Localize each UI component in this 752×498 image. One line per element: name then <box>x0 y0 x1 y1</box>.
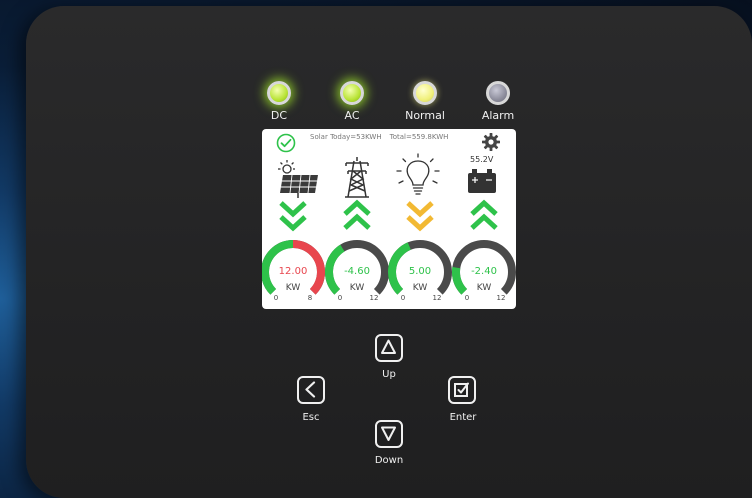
gauge-min: 0 <box>338 294 342 302</box>
gauge-max: 12 <box>497 294 506 302</box>
led-ac-label: AC <box>344 109 360 122</box>
power-tower-icon <box>345 157 369 198</box>
total-energy-text: Total=559.8KWH <box>389 133 449 141</box>
gauge-unit: KW <box>477 283 492 293</box>
up-button-label: Up <box>382 369 396 380</box>
led-normal: Normal <box>400 81 450 122</box>
gauge-2: -4.60 KW 0 12 <box>325 240 389 302</box>
led-dc: DC <box>254 81 304 122</box>
lcd-screen: Solar Today=53KWH Total=559.8KWH 55.2V 1… <box>262 129 516 309</box>
solar-panel-icon <box>278 160 318 198</box>
flow-arrow-3 <box>406 201 434 232</box>
ac-led-indicator <box>340 81 364 105</box>
alarm-led-indicator <box>486 81 510 105</box>
check-circle-icon <box>276 133 296 153</box>
battery-icon <box>468 169 496 193</box>
gauge-min: 0 <box>401 294 405 302</box>
down-button-label: Down <box>374 455 404 466</box>
normal-led-indicator <box>413 81 437 105</box>
gear-icon[interactable] <box>481 132 501 152</box>
chevron-left-icon <box>305 381 316 398</box>
gauge-value: 5.00 <box>409 266 431 277</box>
dc-led-indicator <box>267 81 291 105</box>
flow-arrows <box>279 199 498 232</box>
gauge-min: 0 <box>274 294 278 302</box>
gauge-max: 12 <box>370 294 379 302</box>
power-gauges: 12.00 KW 0 8 -4.60 KW 0 12 5.00 KW 0 12 -2.40 KW 0 12 <box>262 240 516 302</box>
led-alarm-label: Alarm <box>481 109 515 122</box>
gauge-unit: KW <box>286 283 301 293</box>
triangle-down-icon <box>381 426 396 441</box>
triangle-up-icon <box>381 339 396 354</box>
gauge-unit: KW <box>413 283 428 293</box>
led-dc-label: DC <box>270 109 288 122</box>
flow-arrow-1 <box>279 201 307 232</box>
light-bulb-icon <box>396 153 440 195</box>
enter-button[interactable] <box>448 376 476 404</box>
led-ac: AC <box>327 81 377 122</box>
flow-arrow-2 <box>343 199 371 230</box>
enter-button-label: Enter <box>449 412 477 423</box>
gauge-1: 12.00 KW 0 8 <box>262 240 325 302</box>
gauge-unit: KW <box>350 283 365 293</box>
gauge-max: 12 <box>433 294 442 302</box>
battery-voltage: 55.2V <box>470 155 494 164</box>
esc-button-label: Esc <box>302 412 320 423</box>
energy-summary: Solar Today=53KWH Total=559.8KWH <box>310 133 456 141</box>
gauge-4: -2.40 KW 0 12 <box>451 240 516 302</box>
solar-today-text: Solar Today=53KWH <box>310 133 382 141</box>
edit-checkbox-icon <box>454 382 469 397</box>
gauge-value: 12.00 <box>279 266 308 277</box>
gauge-3: 5.00 KW 0 12 <box>387 240 452 302</box>
gauge-value: -4.60 <box>344 266 370 277</box>
gauge-min: 0 <box>465 294 469 302</box>
gauge-value: -2.40 <box>471 266 497 277</box>
up-button[interactable] <box>375 334 403 362</box>
gauge-max: 8 <box>308 294 312 302</box>
flow-arrow-4 <box>470 199 498 230</box>
led-alarm: Alarm <box>473 81 523 122</box>
down-button[interactable] <box>375 420 403 448</box>
led-normal-label: Normal <box>405 109 445 122</box>
esc-button[interactable] <box>297 376 325 404</box>
